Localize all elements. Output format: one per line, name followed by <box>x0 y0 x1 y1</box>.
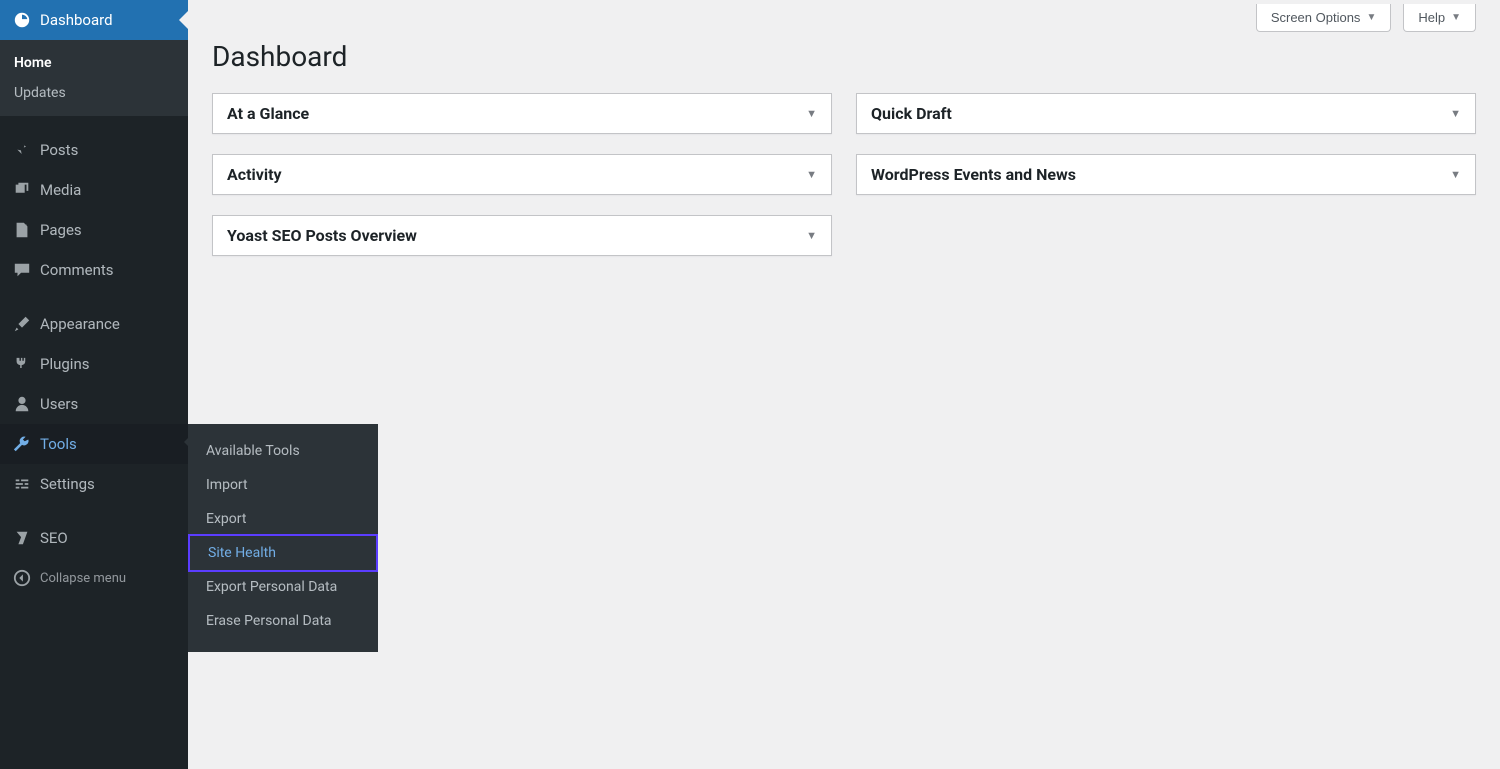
sidebar-item-label: Posts <box>40 141 78 159</box>
panel-title: WordPress Events and News <box>871 165 1076 184</box>
sidebar-item-tools[interactable]: ToolsAvailable ToolsImportExportSite Hea… <box>0 424 188 464</box>
panel-header[interactable]: At a Glance ▼ <box>213 94 831 133</box>
panel-header[interactable]: Quick Draft ▼ <box>857 94 1475 133</box>
sidebar-item-comments[interactable]: Comments <box>0 250 188 290</box>
main-content: Screen Options ▼ Help ▼ Dashboard At a G… <box>188 0 1500 769</box>
menu-separator <box>0 504 188 518</box>
sidebar-item-label: Tools <box>40 435 77 453</box>
caret-down-icon: ▼ <box>1366 12 1376 23</box>
panel-wordpress-events-and-news: WordPress Events and News ▼ <box>856 154 1476 195</box>
brush-icon <box>12 314 32 334</box>
caret-down-icon: ▼ <box>1451 12 1461 23</box>
user-icon <box>12 394 32 414</box>
admin-sidebar: Dashboard HomeUpdates Posts Media Pages Comme… <box>0 0 188 769</box>
dashboard-panels: At a Glance▼Activity▼Yoast SEO Posts Ove… <box>212 93 1476 256</box>
sidebar-item-label: SEO <box>40 529 68 547</box>
screen-options-label: Screen Options <box>1271 10 1361 25</box>
screen-options-button[interactable]: Screen Options ▼ <box>1256 4 1392 32</box>
sidebar-item-label: Settings <box>40 475 95 493</box>
panel-toggle-icon[interactable]: ▼ <box>806 168 817 181</box>
flyout-tools: Available ToolsImportExportSite HealthEx… <box>188 424 378 652</box>
sidebar-item-plugins[interactable]: Plugins <box>0 344 188 384</box>
sidebar-item-label: Plugins <box>40 355 89 373</box>
pin-icon <box>12 140 32 160</box>
sidebar-item-collapse-menu[interactable]: Collapse menu <box>0 558 188 598</box>
panel-activity: Activity ▼ <box>212 154 832 195</box>
yoast-icon <box>12 528 32 548</box>
panel-header[interactable]: WordPress Events and News ▼ <box>857 155 1475 194</box>
plug-icon <box>12 354 32 374</box>
sidebar-item-posts[interactable]: Posts <box>0 130 188 170</box>
flyout-item-site-health[interactable]: Site Health <box>188 534 378 572</box>
panel-at-a-glance: At a Glance ▼ <box>212 93 832 134</box>
submenu-item-updates[interactable]: Updates <box>0 78 188 108</box>
sliders-icon <box>12 474 32 494</box>
sidebar-item-settings[interactable]: Settings <box>0 464 188 504</box>
page-title: Dashboard <box>212 40 1476 73</box>
collapse-icon <box>12 568 32 588</box>
sidebar-item-label: Dashboard <box>40 11 113 29</box>
flyout-item-import[interactable]: Import <box>188 468 378 502</box>
sidebar-item-dashboard[interactable]: Dashboard <box>0 0 188 40</box>
help-button[interactable]: Help ▼ <box>1403 4 1476 32</box>
menu-separator <box>0 290 188 304</box>
panel-quick-draft: Quick Draft ▼ <box>856 93 1476 134</box>
help-label: Help <box>1418 10 1445 25</box>
sidebar-item-seo[interactable]: SEO <box>0 518 188 558</box>
panel-toggle-icon[interactable]: ▼ <box>1450 168 1461 181</box>
sidebar-item-label: Pages <box>40 221 82 239</box>
media-icon <box>12 180 32 200</box>
flyout-item-erase-personal-data[interactable]: Erase Personal Data <box>188 604 378 638</box>
panel-title: Activity <box>227 165 282 184</box>
submenu-item-home[interactable]: Home <box>0 48 188 78</box>
panel-title: At a Glance <box>227 104 309 123</box>
dashboard-icon <box>12 10 32 30</box>
menu-separator <box>0 116 188 130</box>
flyout-item-export-personal-data[interactable]: Export Personal Data <box>188 570 378 604</box>
comment-icon <box>12 260 32 280</box>
sidebar-item-media[interactable]: Media <box>0 170 188 210</box>
sidebar-item-appearance[interactable]: Appearance <box>0 304 188 344</box>
panel-yoast-seo-posts-overview: Yoast SEO Posts Overview ▼ <box>212 215 832 256</box>
panel-header[interactable]: Activity ▼ <box>213 155 831 194</box>
panel-toggle-icon[interactable]: ▼ <box>1450 107 1461 120</box>
sidebar-item-pages[interactable]: Pages <box>0 210 188 250</box>
flyout-item-export[interactable]: Export <box>188 502 378 536</box>
sidebar-item-label: Appearance <box>40 315 120 333</box>
submenu-dashboard: HomeUpdates <box>0 40 188 116</box>
panel-toggle-icon[interactable]: ▼ <box>806 229 817 242</box>
sidebar-item-users[interactable]: Users <box>0 384 188 424</box>
sidebar-item-label: Media <box>40 181 81 199</box>
sidebar-item-label: Collapse menu <box>40 571 126 586</box>
panel-title: Yoast SEO Posts Overview <box>227 226 417 245</box>
sidebar-item-label: Comments <box>40 261 114 279</box>
sidebar-item-label: Users <box>40 395 78 413</box>
top-buttons: Screen Options ▼ Help ▼ <box>212 0 1476 32</box>
wrench-icon <box>12 434 32 454</box>
flyout-item-available-tools[interactable]: Available Tools <box>188 434 378 468</box>
panel-header[interactable]: Yoast SEO Posts Overview ▼ <box>213 216 831 255</box>
pages-icon <box>12 220 32 240</box>
panel-title: Quick Draft <box>871 104 952 123</box>
panel-toggle-icon[interactable]: ▼ <box>806 107 817 120</box>
